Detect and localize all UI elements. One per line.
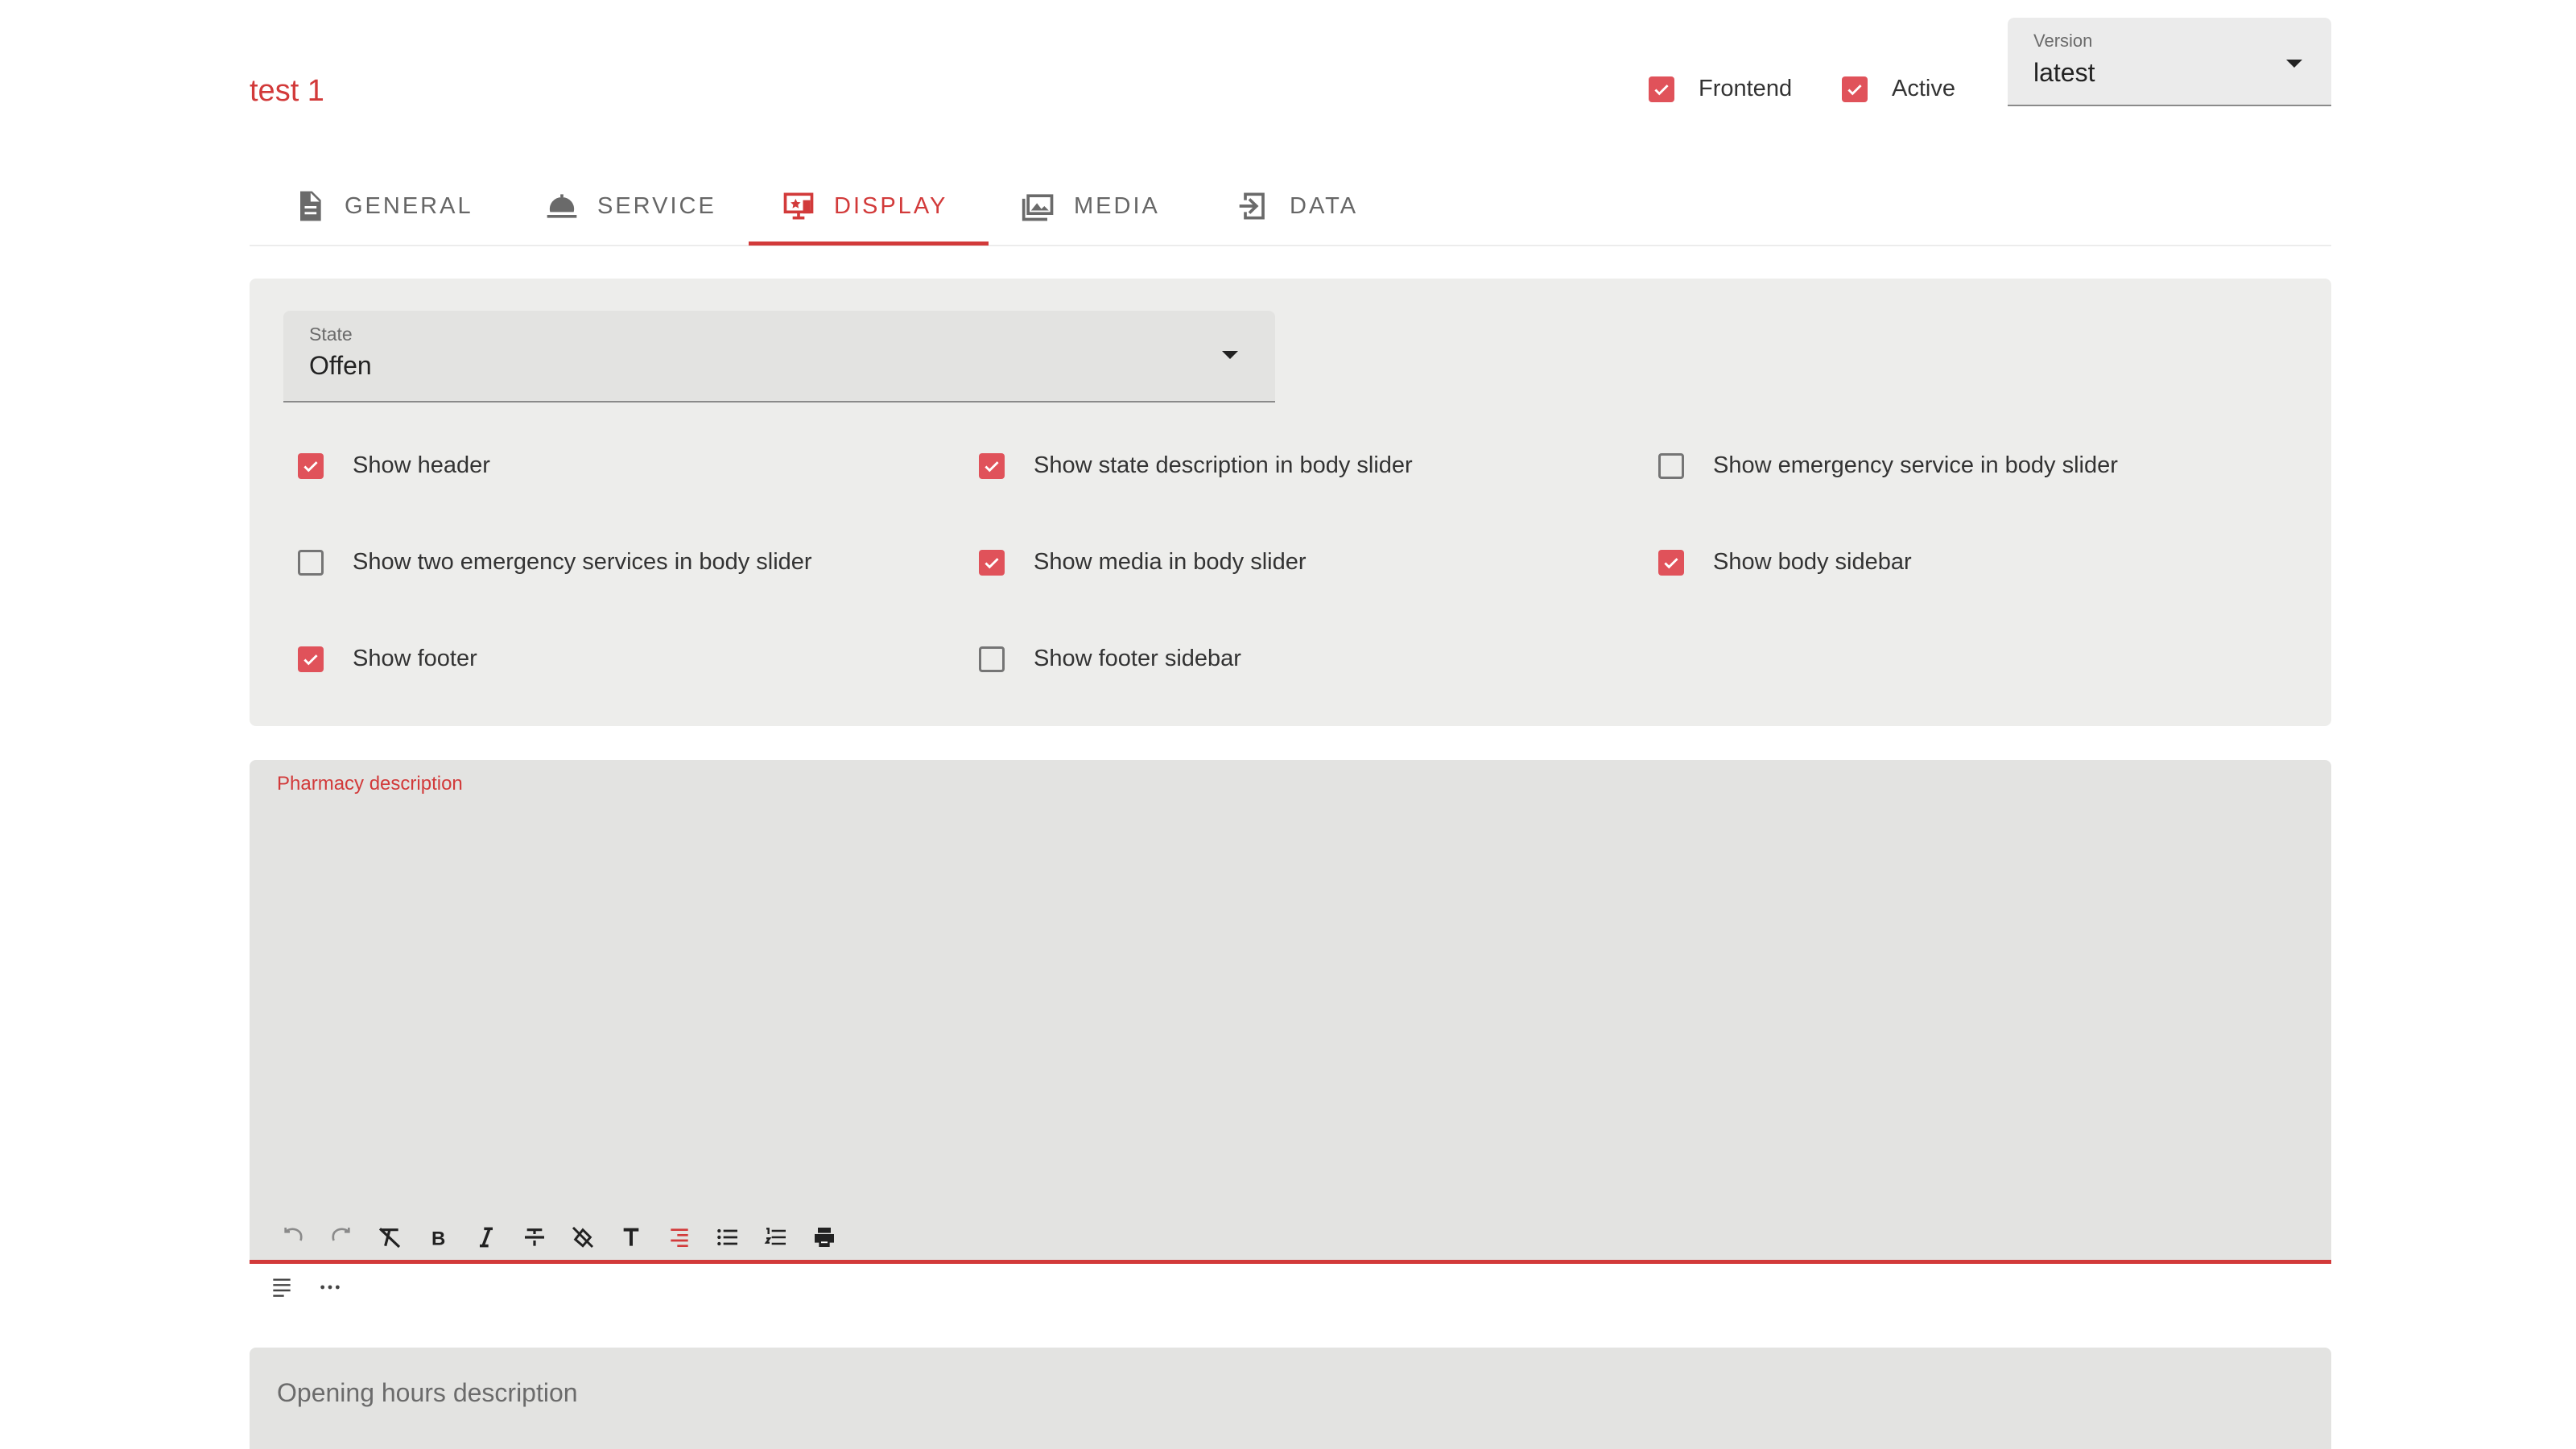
check-icon	[1664, 557, 1678, 568]
frontend-checkbox[interactable]	[1649, 76, 1674, 102]
redo-button[interactable]	[317, 1219, 365, 1256]
text-size-button[interactable]	[607, 1219, 655, 1256]
align-right-icon	[671, 1228, 688, 1247]
frontend-checkbox-row[interactable]: Frontend	[1649, 76, 1792, 102]
strikethrough-icon	[525, 1228, 544, 1246]
check-icon	[985, 460, 999, 472]
checkbox[interactable]	[979, 646, 1005, 672]
tab-display-label: DISPLAY	[834, 192, 948, 219]
tab-general-label: GENERAL	[345, 192, 473, 219]
checkbox[interactable]	[298, 549, 324, 576]
option-show-state-description[interactable]: Show state description in body slider	[979, 452, 1413, 479]
clear-highlight-button[interactable]	[559, 1219, 607, 1256]
option-label: Show state description in body slider	[1034, 452, 1413, 478]
option-show-two-emergency-services[interactable]: Show two emergency services in body slid…	[298, 549, 812, 576]
option-show-footer[interactable]: Show footer	[298, 646, 477, 672]
more-icon	[320, 1285, 340, 1290]
version-label: Version	[2033, 31, 2093, 51]
monitor-star-icon	[783, 192, 814, 220]
display-settings-panel: State Offen Show header Show state descr…	[250, 279, 2331, 726]
svg-text:B: B	[431, 1228, 445, 1249]
checkbox[interactable]	[298, 452, 324, 479]
option-label: Show header	[353, 452, 490, 478]
state-value: Offen	[309, 351, 372, 380]
clear-highlight-icon	[572, 1226, 594, 1249]
tab-service[interactable]: SERVICE	[544, 167, 716, 245]
opening-hours-placeholder: Opening hours description	[277, 1378, 578, 1407]
option-show-media[interactable]: Show media in body slider	[979, 549, 1307, 576]
tab-display[interactable]: DISPLAY	[781, 167, 947, 245]
paragraph-button[interactable]	[258, 1269, 306, 1306]
tab-service-label: SERVICE	[597, 192, 716, 219]
version-select[interactable]: Version latest	[2008, 18, 2331, 106]
version-value: latest	[2033, 58, 2095, 87]
editor-toolbar: B	[269, 1219, 848, 1256]
option-label: Show footer sidebar	[1034, 646, 1241, 671]
check-icon	[985, 557, 999, 568]
italic-icon	[480, 1227, 493, 1248]
check-icon	[303, 654, 318, 665]
strikethrough-button[interactable]	[510, 1219, 559, 1256]
undo-icon	[284, 1228, 303, 1241]
document-icon	[300, 191, 321, 221]
text-size-icon	[623, 1228, 639, 1246]
check-icon	[1847, 84, 1862, 95]
option-show-emergency-service[interactable]: Show emergency service in body slider	[1658, 452, 2118, 479]
numbered-list-icon	[764, 1228, 786, 1245]
frontend-label: Frontend	[1699, 76, 1793, 101]
undo-button[interactable]	[269, 1219, 317, 1256]
print-icon	[815, 1228, 834, 1247]
pharmacy-description-editor[interactable]: Pharmacy description B	[250, 760, 2331, 1264]
import-icon	[1239, 192, 1265, 220]
option-show-body-sidebar[interactable]: Show body sidebar	[1658, 549, 1912, 576]
service-bell-icon	[547, 194, 577, 218]
checkbox[interactable]	[979, 549, 1005, 576]
state-label: State	[309, 324, 353, 345]
tab-media-label: MEDIA	[1074, 192, 1160, 219]
clear-format-icon	[378, 1228, 401, 1249]
print-button[interactable]	[800, 1219, 848, 1256]
editor-toolbar-secondary	[258, 1269, 354, 1306]
bold-button[interactable]: B	[414, 1219, 462, 1256]
state-select[interactable]: State Offen	[283, 311, 1275, 402]
dropdown-arrow-icon	[2286, 60, 2302, 68]
option-label: Show body sidebar	[1713, 549, 1912, 575]
tab-bar: GENERAL SERVICE DISPLAY MEDIA DATA	[250, 167, 2331, 246]
images-icon	[1022, 194, 1054, 221]
tab-data-label: DATA	[1290, 192, 1359, 219]
option-label: Show two emergency services in body slid…	[353, 549, 812, 575]
pharmacy-description-label: Pharmacy description	[277, 773, 463, 795]
tab-data[interactable]: DATA	[1236, 167, 1358, 245]
page-title: test 1	[250, 74, 324, 108]
option-label: Show emergency service in body slider	[1713, 452, 2118, 478]
active-checkbox[interactable]	[1842, 76, 1868, 102]
option-label: Show media in body slider	[1034, 549, 1307, 575]
numbered-list-button[interactable]	[752, 1219, 800, 1256]
align-right-button[interactable]	[655, 1219, 704, 1256]
more-button[interactable]	[306, 1269, 354, 1306]
option-show-footer-sidebar[interactable]: Show footer sidebar	[979, 646, 1241, 672]
tab-media[interactable]: MEDIA	[1021, 167, 1160, 245]
active-label: Active	[1892, 76, 1955, 101]
checkbox[interactable]	[979, 452, 1005, 479]
check-icon	[1654, 84, 1669, 95]
tab-general[interactable]: GENERAL	[291, 167, 473, 245]
paragraph-icon	[273, 1278, 291, 1297]
checkbox[interactable]	[298, 646, 324, 672]
dropdown-arrow-icon	[1222, 351, 1238, 359]
clear-format-button[interactable]	[365, 1219, 414, 1256]
option-show-header[interactable]: Show header	[298, 452, 490, 479]
active-checkbox-row[interactable]: Active	[1842, 76, 1955, 102]
check-icon	[303, 460, 318, 472]
redo-icon	[332, 1228, 350, 1241]
italic-button[interactable]	[462, 1219, 510, 1256]
checkbox[interactable]	[1658, 549, 1684, 576]
checkbox[interactable]	[1658, 452, 1684, 479]
bullet-list-icon	[717, 1228, 737, 1246]
bold-icon: B	[431, 1228, 445, 1249]
opening-hours-editor[interactable]: Opening hours description	[250, 1348, 2331, 1449]
active-tab-indicator	[749, 242, 989, 246]
option-label: Show footer	[353, 646, 477, 671]
bullet-list-button[interactable]	[704, 1219, 752, 1256]
